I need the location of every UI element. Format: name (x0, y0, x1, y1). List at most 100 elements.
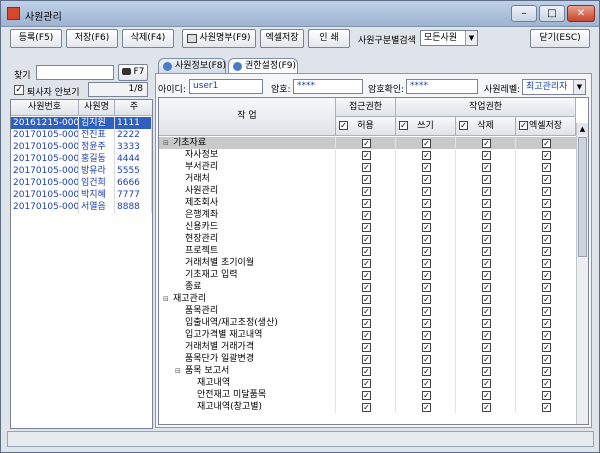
write-checkbox[interactable]: ✓ (422, 319, 431, 328)
delete-checkbox[interactable]: ✓ (482, 271, 491, 280)
scrollbar-thumb[interactable] (578, 137, 587, 257)
tab-permissions[interactable]: 권한설정(F9) (228, 58, 298, 74)
excel-checkbox[interactable]: ✓ (542, 223, 551, 232)
delete-checkbox[interactable]: ✓ (482, 343, 491, 352)
write-checkbox[interactable]: ✓ (422, 355, 431, 364)
excel-checkbox[interactable]: ✓ (542, 151, 551, 160)
allow-checkbox[interactable]: ✓ (362, 247, 371, 256)
permission-row[interactable]: 입고가격별 재고내역 ✓ ✓ ✓ ✓ (159, 329, 576, 341)
delete-checkbox[interactable]: ✓ (482, 367, 491, 376)
allow-checkbox[interactable]: ✓ (362, 391, 371, 400)
write-checkbox[interactable]: ✓ (422, 379, 431, 388)
column-header-allow[interactable]: ✓ 허용 (336, 117, 396, 136)
print-button[interactable]: 인 쇄 (308, 29, 350, 48)
delete-button[interactable]: 삭제(F4) (122, 29, 174, 48)
hide-retired-checkbox[interactable]: ✓ (14, 85, 24, 95)
register-button[interactable]: 등록(F5) (10, 29, 62, 48)
excel-checkbox[interactable]: ✓ (542, 379, 551, 388)
permission-row[interactable]: 종료 ✓ ✓ ✓ ✓ (159, 281, 576, 293)
employee-row[interactable]: 20161215-00001김지원1111 (11, 117, 152, 129)
password-field[interactable]: **** (293, 79, 363, 94)
write-checkbox[interactable]: ✓ (422, 235, 431, 244)
allow-checkbox[interactable]: ✓ (362, 187, 371, 196)
allow-checkbox[interactable]: ✓ (362, 307, 371, 316)
permission-row[interactable]: 기초재고 입력 ✓ ✓ ✓ ✓ (159, 269, 576, 281)
column-header-write[interactable]: ✓ 쓰기 (396, 117, 456, 136)
delete-checkbox[interactable]: ✓ (482, 283, 491, 292)
excel-checkbox[interactable]: ✓ (542, 187, 551, 196)
permission-row[interactable]: ⊟ 기초자료 ✓ ✓ ✓ ✓ (159, 137, 576, 149)
tree-collapse-icon[interactable]: ⊟ (163, 293, 171, 305)
delete-checkbox[interactable]: ✓ (482, 355, 491, 364)
allow-checkbox[interactable]: ✓ (362, 271, 371, 280)
employee-row[interactable]: 20170105-00007서열음8888 (11, 201, 152, 213)
column-header-extra[interactable]: 주 (115, 100, 152, 116)
excel-checkbox[interactable]: ✓ (542, 163, 551, 172)
excel-checkbox[interactable]: ✓ (542, 343, 551, 352)
write-checkbox[interactable]: ✓ (422, 175, 431, 184)
delete-checkbox[interactable]: ✓ (482, 247, 491, 256)
allow-all-checkbox[interactable]: ✓ (339, 121, 348, 130)
delete-checkbox[interactable]: ✓ (482, 139, 491, 148)
delete-checkbox[interactable]: ✓ (482, 295, 491, 304)
excel-checkbox[interactable]: ✓ (542, 235, 551, 244)
excel-checkbox[interactable]: ✓ (542, 259, 551, 268)
scroll-up-icon[interactable]: ▲ (577, 123, 588, 135)
excel-checkbox[interactable]: ✓ (542, 367, 551, 376)
delete-checkbox[interactable]: ✓ (482, 259, 491, 268)
employee-row[interactable]: 20170105-00001전진표2222 (11, 129, 152, 141)
delete-checkbox[interactable]: ✓ (482, 331, 491, 340)
column-header-employee-no[interactable]: 사원번호 (11, 100, 79, 116)
excel-checkbox[interactable]: ✓ (542, 307, 551, 316)
allow-checkbox[interactable]: ✓ (362, 283, 371, 292)
tree-collapse-icon[interactable]: ⊟ (163, 137, 171, 149)
grid-scrollbar[interactable]: ▲ (576, 123, 588, 424)
permission-row[interactable]: 프로젝트 ✓ ✓ ✓ ✓ (159, 245, 576, 257)
delete-checkbox[interactable]: ✓ (482, 199, 491, 208)
excel-checkbox[interactable]: ✓ (542, 175, 551, 184)
allow-checkbox[interactable]: ✓ (362, 343, 371, 352)
allow-checkbox[interactable]: ✓ (362, 235, 371, 244)
excel-checkbox[interactable]: ✓ (542, 247, 551, 256)
allow-checkbox[interactable]: ✓ (362, 151, 371, 160)
delete-checkbox[interactable]: ✓ (482, 403, 491, 412)
allow-checkbox[interactable]: ✓ (362, 175, 371, 184)
excel-checkbox[interactable]: ✓ (542, 391, 551, 400)
tab-employee-info[interactable]: 사원정보(F8) (158, 58, 226, 74)
allow-checkbox[interactable]: ✓ (362, 295, 371, 304)
minimize-button[interactable]: – (511, 5, 537, 22)
excel-checkbox[interactable]: ✓ (542, 139, 551, 148)
write-checkbox[interactable]: ✓ (422, 211, 431, 220)
excel-checkbox[interactable]: ✓ (542, 319, 551, 328)
write-checkbox[interactable]: ✓ (422, 151, 431, 160)
employee-row[interactable]: 20170105-00005임건희6666 (11, 177, 152, 189)
excel-checkbox[interactable]: ✓ (542, 403, 551, 412)
permission-row[interactable]: 은행계좌 ✓ ✓ ✓ ✓ (159, 209, 576, 221)
permission-row[interactable]: 입출내역/재고조정(생산) ✓ ✓ ✓ ✓ (159, 317, 576, 329)
write-all-checkbox[interactable]: ✓ (399, 121, 408, 130)
roster-button[interactable]: 사원명부(F9) (182, 29, 256, 48)
id-field[interactable]: user1 (189, 79, 263, 94)
write-checkbox[interactable]: ✓ (422, 391, 431, 400)
permission-row[interactable]: 자사정보 ✓ ✓ ✓ ✓ (159, 149, 576, 161)
maximize-button[interactable]: □ (539, 5, 565, 22)
delete-checkbox[interactable]: ✓ (482, 391, 491, 400)
employee-level-select[interactable]: 최고관리자 ▼ (522, 79, 586, 95)
excel-checkbox[interactable]: ✓ (542, 283, 551, 292)
write-checkbox[interactable]: ✓ (422, 247, 431, 256)
delete-checkbox[interactable]: ✓ (482, 151, 491, 160)
excel-save-button[interactable]: 엑셀저장 (260, 29, 304, 48)
write-checkbox[interactable]: ✓ (422, 367, 431, 376)
permission-row[interactable]: 재고내역 ✓ ✓ ✓ ✓ (159, 377, 576, 389)
excel-checkbox[interactable]: ✓ (542, 199, 551, 208)
delete-checkbox[interactable]: ✓ (482, 235, 491, 244)
write-checkbox[interactable]: ✓ (422, 295, 431, 304)
write-checkbox[interactable]: ✓ (422, 187, 431, 196)
write-checkbox[interactable]: ✓ (422, 343, 431, 352)
employee-type-select[interactable]: 모든사원 ▼ (420, 30, 478, 46)
write-checkbox[interactable]: ✓ (422, 307, 431, 316)
password-confirm-field[interactable]: **** (406, 79, 478, 94)
write-checkbox[interactable]: ✓ (422, 223, 431, 232)
allow-checkbox[interactable]: ✓ (362, 379, 371, 388)
allow-checkbox[interactable]: ✓ (362, 355, 371, 364)
